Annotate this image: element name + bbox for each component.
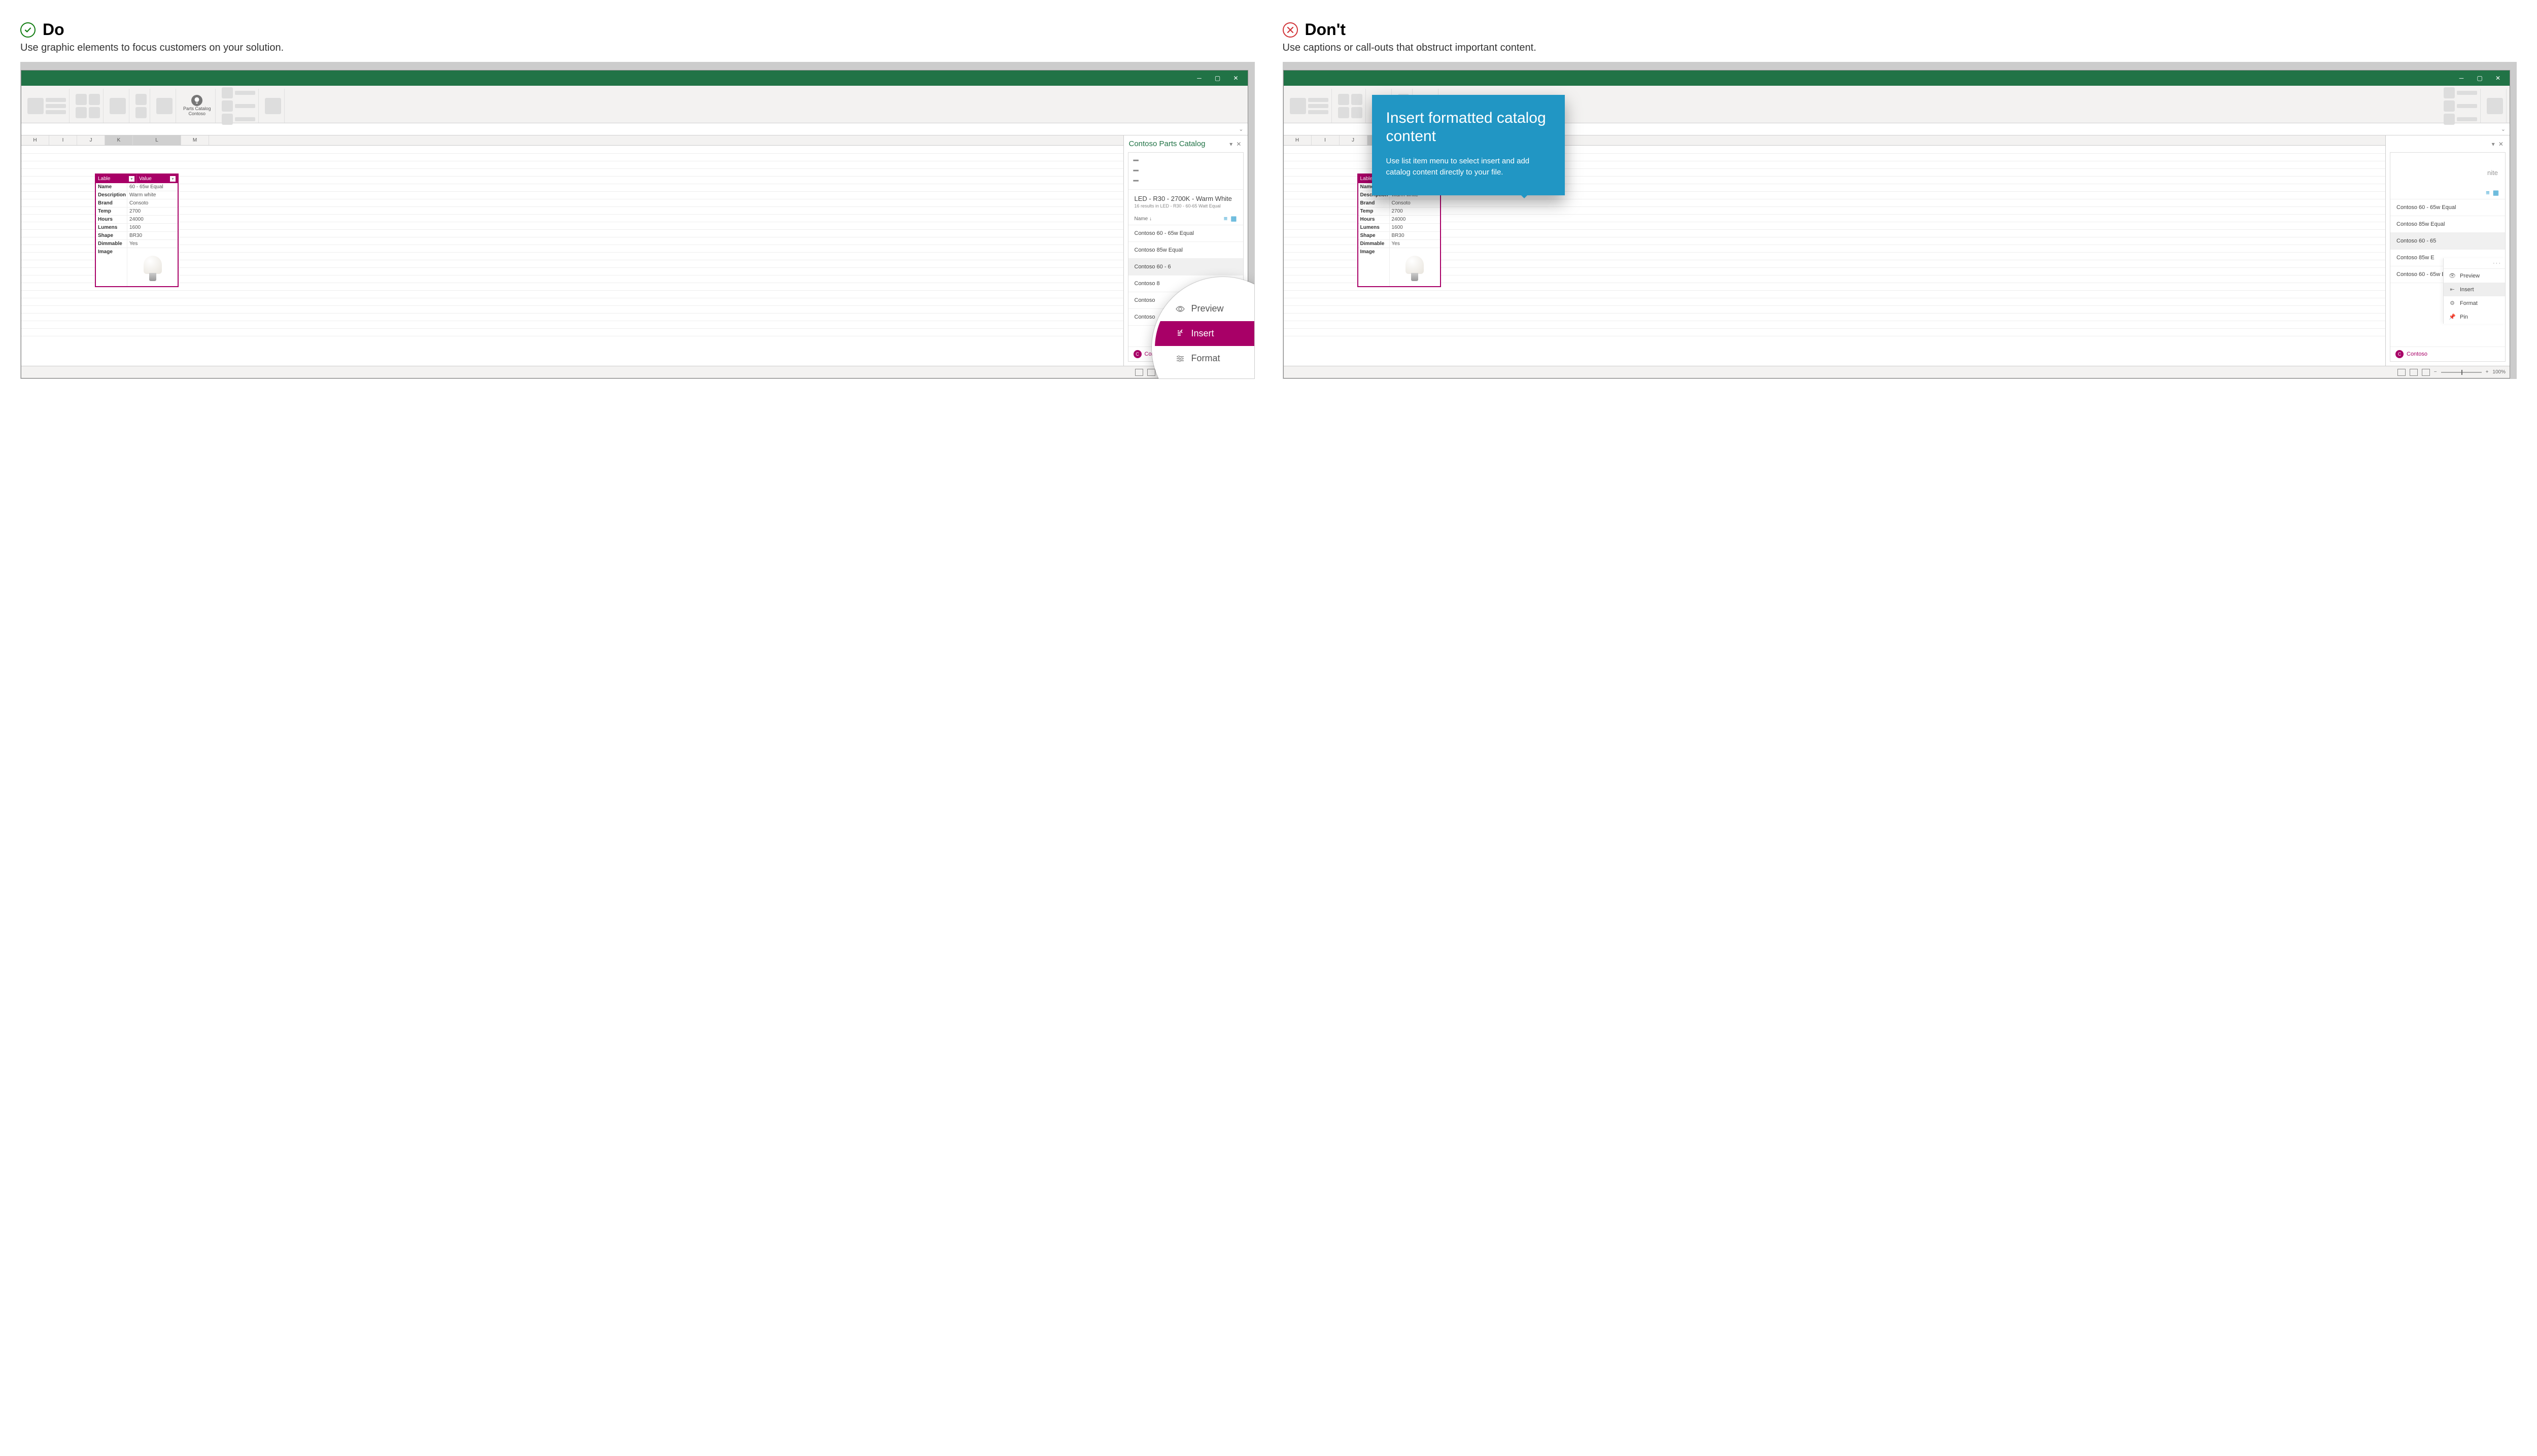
- do-screenshot: ─ ▢ ✕ Parts CatalogContoso: [20, 62, 1255, 379]
- col-header[interactable]: L: [133, 135, 181, 145]
- x-icon: [1283, 22, 1298, 38]
- check-icon: [20, 22, 36, 38]
- sliders-icon: [1175, 354, 1185, 364]
- insert-icon: ⇤: [2449, 286, 2456, 293]
- view-mode-icon[interactable]: [1135, 369, 1143, 376]
- dont-title: Don't: [1305, 20, 1346, 39]
- pane-title: Contoso Parts Catalog: [1129, 140, 1206, 148]
- list-item[interactable]: Contoso 60 - 65w Equal: [2390, 199, 2505, 216]
- context-menu: ··· 👁Preview ⇤Insert ⚙Format 📌Pin: [2443, 258, 2506, 324]
- dont-header: Don't: [1283, 20, 2517, 39]
- pane-controls[interactable]: ▾ ✕: [1229, 141, 1242, 148]
- status-bar: − + 100%: [1284, 366, 2510, 378]
- avatar: C: [2395, 350, 2404, 358]
- addin-ribbon-button[interactable]: Parts CatalogContoso: [179, 89, 216, 123]
- dont-screenshot: ─ ▢ ✕ ⌄ H: [1283, 62, 2517, 379]
- sort-icon[interactable]: ↓: [1149, 216, 1152, 222]
- do-column: Do Use graphic elements to focus custome…: [20, 20, 1255, 379]
- pin-menu-item[interactable]: 📌Pin: [2444, 310, 2506, 324]
- list-item[interactable]: Contoso 85w Equal: [2390, 216, 2505, 233]
- spreadsheet-grid[interactable]: H I J K L M: [21, 135, 1123, 366]
- list-item[interactable]: Contoso 60 - 6: [1128, 259, 1243, 275]
- format-menu-item[interactable]: ⚙Format: [2444, 296, 2506, 310]
- callout-body: Use list item menu to select insert and …: [1386, 156, 1551, 178]
- view-mode-icon[interactable]: [2397, 369, 2406, 376]
- zoom-level[interactable]: 100%: [2492, 369, 2506, 375]
- maximize-button[interactable]: ▢: [1209, 72, 1226, 84]
- list-item[interactable]: Contoso 60 - 65w Equal: [1128, 225, 1243, 242]
- ribbon: Parts CatalogContoso: [21, 86, 1248, 123]
- do-header: Do: [20, 20, 1255, 39]
- view-mode-icon[interactable]: [2410, 369, 2418, 376]
- excel-window: ─ ▢ ✕ Parts CatalogContoso: [21, 70, 1248, 378]
- minimize-button[interactable]: ─: [1191, 72, 1208, 84]
- view-mode-icon[interactable]: [2422, 369, 2430, 376]
- product-image: [143, 253, 163, 281]
- result-count: 16 results in LED - R30 - 60-65 Watt Equ…: [1128, 203, 1243, 213]
- list-item[interactable]: Contoso 60 - 65: [2390, 233, 2505, 250]
- eye-icon: 👁: [2449, 272, 2456, 279]
- list-view-icon[interactable]: ≡: [1224, 215, 1228, 223]
- preview-menu-item[interactable]: Preview: [1155, 296, 1255, 321]
- maximize-button[interactable]: ▢: [2471, 72, 2488, 84]
- preview-menu-item[interactable]: 👁Preview: [2444, 269, 2506, 283]
- sliders-icon: ⚙: [2449, 300, 2456, 306]
- col-header[interactable]: I: [1312, 135, 1340, 145]
- do-subtitle: Use graphic elements to focus customers …: [20, 42, 1255, 54]
- task-pane: ▾ ✕ nite ≡▦ Contoso 60 - 65w Equal: [2385, 135, 2510, 366]
- view-mode-icon[interactable]: [1147, 369, 1155, 376]
- dont-column: Don't Use captions or call-outs that obs…: [1283, 20, 2517, 379]
- status-bar: − + 100%: [21, 366, 1248, 378]
- breadcrumb: LED - R30 - 2700K - Warm White: [1128, 190, 1243, 203]
- pane-controls[interactable]: ▾ ✕: [2492, 141, 2505, 148]
- col-header[interactable]: I: [49, 135, 77, 145]
- avatar: C: [1134, 350, 1142, 358]
- minimize-button[interactable]: ─: [2453, 72, 2470, 84]
- col-header[interactable]: H: [21, 135, 49, 145]
- insert-menu-item[interactable]: Insert: [1155, 321, 1255, 346]
- callout-overlay: Insert formatted catalog content Use lis…: [1372, 95, 1565, 195]
- filter-dropdown-icon[interactable]: ▾: [129, 176, 134, 182]
- dont-subtitle: Use captions or call-outs that obstruct …: [1283, 42, 2517, 54]
- formula-bar[interactable]: ⌄: [21, 123, 1248, 135]
- insert-icon: [1175, 329, 1185, 339]
- lightbulb-icon: [191, 95, 202, 106]
- grid-view-icon[interactable]: ▦: [1230, 215, 1237, 223]
- inserted-table[interactable]: Lable▾ Value▾ Name60 - 65w Equal Descrip…: [95, 174, 179, 287]
- close-button[interactable]: ✕: [1227, 72, 1245, 84]
- col-header[interactable]: J: [1340, 135, 1367, 145]
- pin-menu-item[interactable]: Pin: [1155, 371, 1255, 379]
- hamburger-icon[interactable]: ━━━: [1128, 153, 1243, 190]
- format-menu-item[interactable]: Format: [1155, 346, 1255, 371]
- insert-menu-item[interactable]: ⇤Insert: [2444, 283, 2506, 296]
- pin-icon: 📌: [2449, 314, 2456, 320]
- do-title: Do: [43, 20, 64, 39]
- col-header[interactable]: K: [105, 135, 133, 145]
- col-header[interactable]: J: [77, 135, 105, 145]
- zoom-slider[interactable]: [2441, 372, 2482, 373]
- titlebar: ─ ▢ ✕: [21, 71, 1248, 86]
- eye-icon: [1175, 304, 1185, 314]
- grid-view-icon[interactable]: ▦: [2493, 189, 2499, 197]
- product-image: [1404, 253, 1425, 281]
- close-button[interactable]: ✕: [2489, 72, 2507, 84]
- callout-title: Insert formatted catalog content: [1386, 109, 1551, 146]
- list-view-icon[interactable]: ≡: [2486, 189, 2490, 197]
- col-header[interactable]: M: [181, 135, 209, 145]
- col-header[interactable]: H: [1284, 135, 1312, 145]
- titlebar: ─ ▢ ✕: [1284, 71, 2510, 86]
- list-item[interactable]: Contoso 85w Equal: [1128, 242, 1243, 259]
- filter-dropdown-icon[interactable]: ▾: [170, 176, 176, 182]
- pane-footer: C Contoso: [2390, 346, 2505, 361]
- more-icon[interactable]: ···: [2444, 258, 2506, 269]
- pin-icon: [1175, 378, 1185, 379]
- pane-title: [2391, 140, 2393, 148]
